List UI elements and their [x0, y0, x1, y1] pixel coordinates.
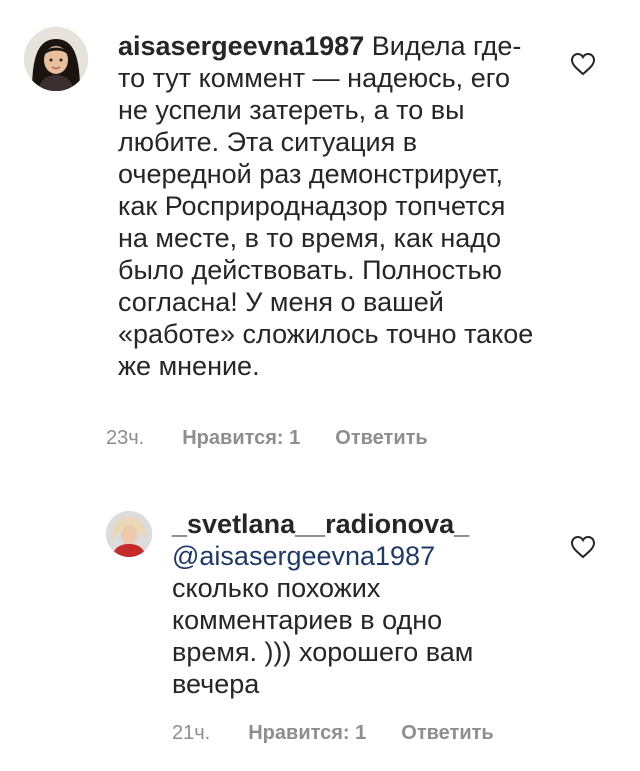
heart-outline-icon[interactable]: [570, 535, 596, 559]
comment-meta: 23ч. Нравится: 1 Ответить: [106, 427, 428, 450]
likes-count[interactable]: Нравится: 1: [182, 427, 300, 450]
user-avatar-icon: [106, 511, 152, 557]
reply-button[interactable]: Ответить: [335, 427, 427, 450]
comment-text: aisasergeevna1987 Видела где-то тут комм…: [118, 30, 538, 382]
likes-count[interactable]: Нравится: 1: [248, 722, 366, 745]
comment-time: 23ч.: [106, 427, 145, 449]
comment-body: сколько похожих комментариев в одно врем…: [172, 573, 474, 699]
comment-time: 21ч.: [172, 722, 211, 744]
comment-username[interactable]: _svetlana__radionova_: [172, 508, 522, 540]
reply-comment-item: _svetlana__radionova_ @aisasergeevna1987…: [0, 490, 640, 771]
comment-item: aisasergeevna1987 Видела где-то тут комм…: [0, 0, 640, 470]
comment-username[interactable]: aisasergeevna1987: [118, 31, 364, 61]
avatar[interactable]: [24, 27, 88, 91]
heart-outline-icon[interactable]: [570, 52, 596, 76]
mention-link[interactable]: @aisasergeevna1987: [172, 540, 522, 572]
comment-body: Видела где-то тут коммент — надеюсь, его…: [118, 31, 534, 381]
reply-button[interactable]: Ответить: [401, 722, 493, 745]
user-avatar-icon: [24, 27, 88, 91]
avatar[interactable]: [106, 511, 152, 557]
comment-meta: 21ч. Нравится: 1 Ответить: [172, 722, 494, 745]
comment-text: _svetlana__radionova_ @aisasergeevna1987…: [172, 508, 522, 700]
